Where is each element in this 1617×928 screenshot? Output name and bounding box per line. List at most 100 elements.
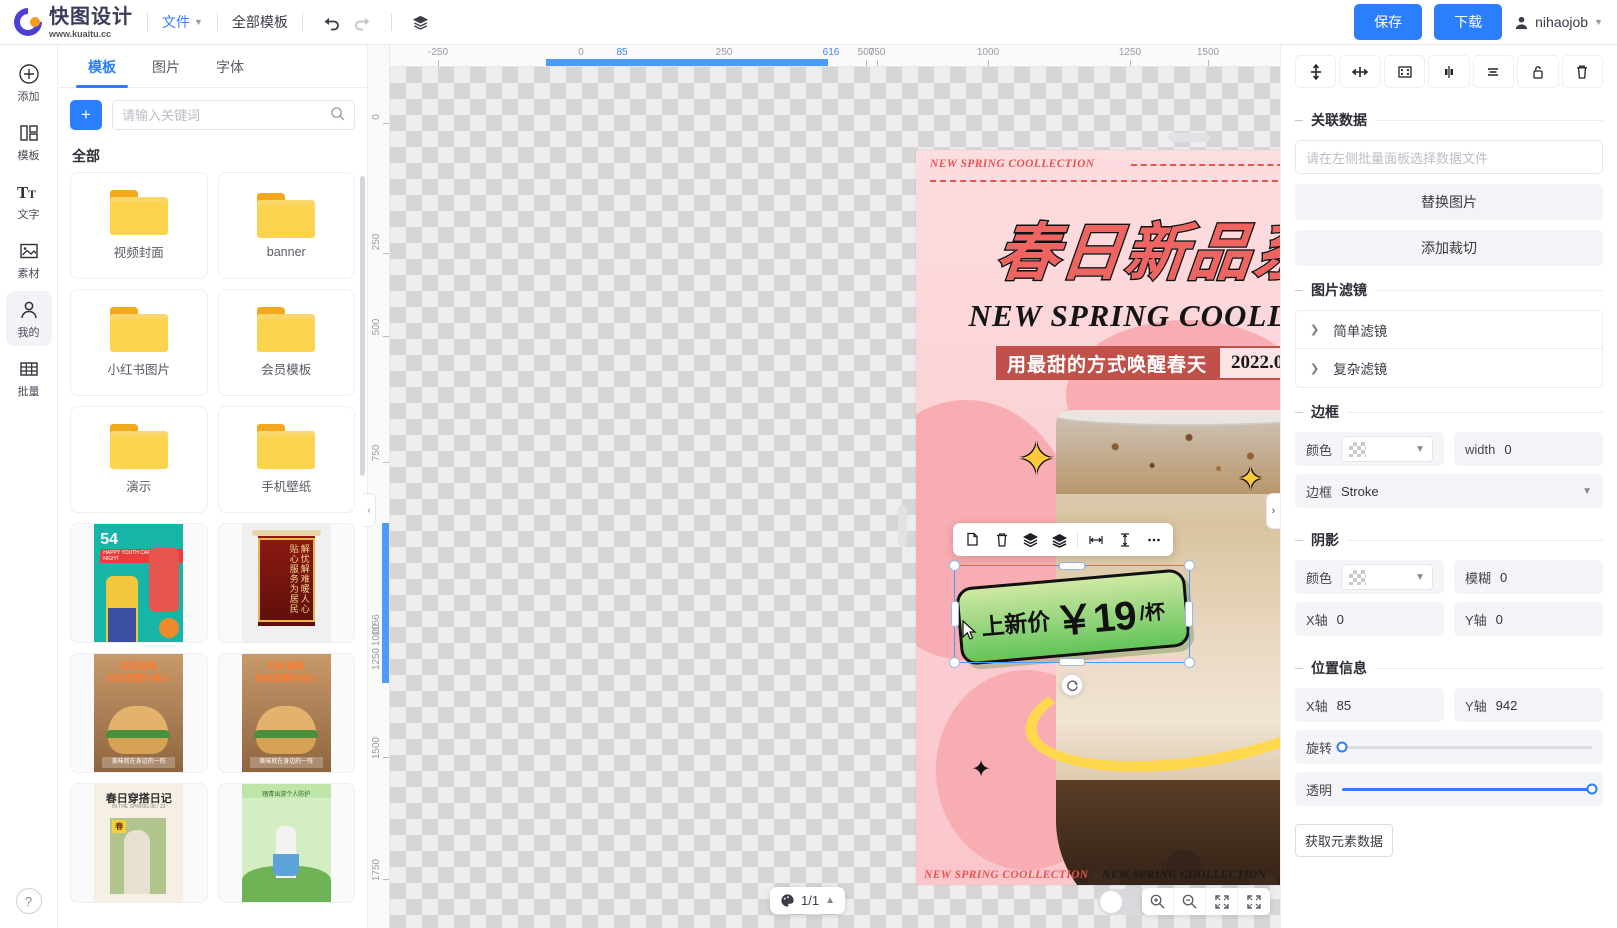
folder-card[interactable]: banner [217,172,355,279]
resize-handle-bottom[interactable] [1059,658,1085,666]
resize-handle-top[interactable] [1059,562,1085,570]
add-crop-button[interactable]: 添加裁切 [1295,230,1603,266]
shadow-x-control[interactable]: X轴 0 [1295,602,1444,636]
template-card[interactable]: 好的食物 包含温情与良心 美味就在身边的一阵 [70,653,208,773]
delete-icon[interactable] [1561,55,1603,88]
vertical-ruler[interactable]: 0 250 500 750 1000 1156 1250 1500 1750 [368,45,390,928]
tab-templates[interactable]: 模板 [70,45,134,88]
rotate-slider-knob[interactable] [1336,741,1348,753]
save-button[interactable]: 保存 [1354,4,1423,40]
linked-data-field[interactable]: 请在左侧批量面板选择数据文件 [1295,140,1603,174]
search-input[interactable] [122,107,324,123]
resize-handle-top-left[interactable] [949,560,960,571]
vertical-align-icon[interactable] [1111,526,1138,553]
flip-horizontal-icon[interactable] [1428,55,1470,88]
position-y-control[interactable]: Y轴 942 [1454,688,1603,722]
poster-ribbon[interactable]: 用最甜的方式唤醒春天 2022.04.02 [996,346,1280,380]
get-element-data-button[interactable]: 获取元素数据 [1295,824,1394,857]
opacity-slider-track[interactable] [1342,783,1598,795]
actual-size-button[interactable] [1238,888,1270,915]
all-templates-menu[interactable]: 全部模板 [232,12,288,32]
download-button[interactable]: 下载 [1434,4,1503,40]
search-icon[interactable] [330,106,345,124]
sidebar-item-text[interactable]: TT 文字 [6,173,52,228]
accordion-simple-filters[interactable]: ❯ 简单滤镜 [1296,311,1602,349]
resize-handle-right[interactable] [1185,601,1193,627]
canvas-left-grip[interactable] [898,505,907,547]
tab-images[interactable]: 图片 [134,45,198,87]
tab-fonts[interactable]: 字体 [198,45,262,87]
replace-image-button[interactable]: 替换图片 [1295,184,1603,220]
element-float-toolbar[interactable] [953,523,1173,556]
more-icon[interactable] [1140,526,1167,553]
align-horizontal-center-icon[interactable] [1339,55,1381,88]
panel-collapse-handle[interactable]: ‹ [363,493,376,527]
folder-card[interactable]: 手机壁纸 [217,406,355,513]
border-width-control[interactable]: width 0 [1454,432,1603,466]
redo-button[interactable] [347,7,377,37]
sidebar-item-material[interactable]: 素材 [6,232,52,287]
horizontal-ruler[interactable]: -250 0 85 250 500 616 750 1000 1250 1500 [368,45,1280,67]
template-card[interactable]: 54 HAPPY YOUTH CARNIVAL NIGHT [70,523,208,643]
panel-scrollbar[interactable] [360,176,365,476]
fit-selection-icon[interactable] [1383,55,1426,88]
template-card[interactable]: 好的食物 包含温情与良心 美味就在身边的一阵 [217,653,355,773]
sidebar-item-batch[interactable]: 批量 [6,350,52,405]
delete-icon[interactable] [988,526,1015,553]
resize-handle-left[interactable] [951,601,959,627]
copy-icon[interactable] [959,526,986,553]
panel-scroll[interactable]: 视频封面 banner 小红书图片 会员模板 演示 手机壁纸 54 HAPPY … [58,172,367,928]
lock-icon[interactable] [1517,55,1559,88]
border-style-control[interactable]: 边框 Stroke ▼ [1295,474,1603,508]
search-box[interactable] [112,100,355,130]
border-color-control[interactable]: 颜色 ▼ [1295,432,1444,466]
resize-handle-bottom-right[interactable] [1184,657,1195,668]
layers-button[interactable] [406,7,436,37]
page-indicator[interactable]: 1/1 ▲ [770,887,845,914]
template-card[interactable]: 解忧解难暖人心 贴心服务为居民 [217,523,355,643]
poster-headline[interactable]: 春日新品系列 [916,202,1280,292]
send-backward-icon[interactable] [1046,526,1073,553]
opacity-slider-knob[interactable] [1586,783,1598,795]
distribute-icon[interactable] [1472,55,1515,88]
fit-screen-button[interactable] [1206,888,1238,915]
folder-card[interactable]: 会员模板 [217,289,355,396]
add-folder-button[interactable]: + [70,100,102,130]
border-color-swatch-select[interactable]: ▼ [1341,436,1433,462]
bring-forward-icon[interactable] [1017,526,1044,553]
canvas-top-grip[interactable] [1168,133,1210,142]
brand-logo[interactable]: 快图设计 www.kuaitu.cc [8,1,133,42]
template-card[interactable]: 踏青出游个人防护 [217,783,355,903]
accordion-complex-filters[interactable]: ❯ 复杂滤镜 [1296,349,1602,387]
folder-card[interactable]: 演示 [70,406,208,513]
canvas-collapse-handle[interactable]: › [1266,493,1280,529]
resize-handle-top-right[interactable] [1184,560,1195,571]
folder-card[interactable]: 视频封面 [70,172,208,279]
folder-card[interactable]: 小红书图片 [70,289,208,396]
poster-canvas[interactable]: NEW SPRING COOLLECTION NEW SPRING COOLLE… [916,150,1280,885]
rotate-slider-row[interactable]: 旋转 [1295,730,1603,764]
template-card[interactable]: 春日穿搭日记 IN THE SPRING 06 / 22 春 [70,783,208,903]
resize-handle-bottom-left[interactable] [949,657,960,668]
sidebar-item-add[interactable]: 添加 [6,55,52,110]
opacity-slider-row[interactable]: 透明 [1295,772,1603,806]
align-vertical-center-icon[interactable] [1295,55,1337,88]
zoom-out-button[interactable] [1174,888,1206,915]
rotate-handle[interactable] [1061,674,1083,696]
zoom-in-button[interactable] [1142,888,1174,915]
chevron-up-icon[interactable]: ▲ [825,895,835,906]
file-menu[interactable]: 文件 ▼ [162,12,203,32]
rotate-slider-track[interactable] [1336,741,1592,753]
sidebar-item-template[interactable]: 模板 [6,114,52,169]
canvas-area[interactable]: -250 0 85 250 500 616 750 1000 1250 1500 [368,45,1280,928]
poster-subheadline[interactable]: NEW SPRING COOLLECTION [916,298,1280,334]
user-menu[interactable]: nihaojob ▼ [1514,14,1603,30]
shadow-color-control[interactable]: 颜色 ▼ [1295,560,1444,594]
shadow-y-control[interactable]: Y轴 0 [1454,602,1603,636]
shadow-blur-control[interactable]: 模糊 0 [1454,560,1603,594]
position-x-control[interactable]: X轴 85 [1295,688,1444,722]
horizontal-align-icon[interactable] [1082,526,1109,553]
undo-button[interactable] [317,7,347,37]
selection-frame[interactable] [949,560,1195,696]
sidebar-item-mine[interactable]: 我的 [5,291,52,346]
